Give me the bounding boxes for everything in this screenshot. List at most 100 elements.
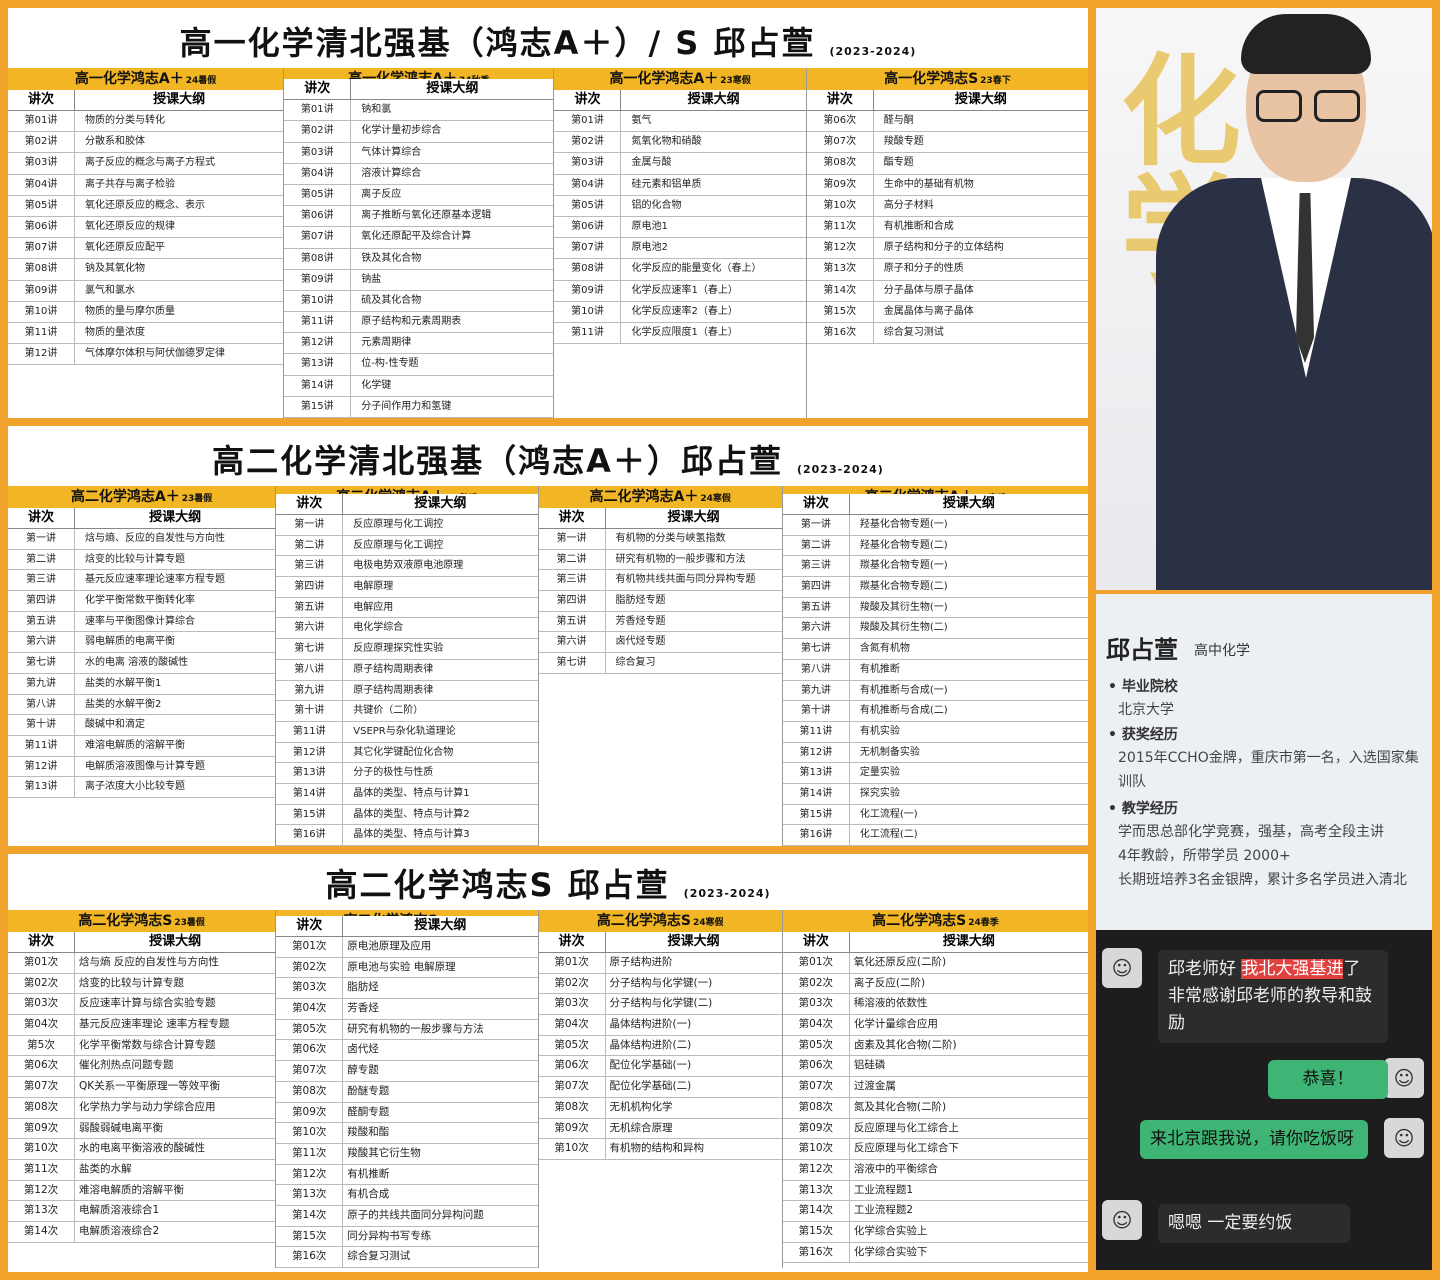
lecture-number: 第05次 (783, 1035, 850, 1056)
table-row: 第12次 难溶电解质的溶解平衡 (8, 1180, 276, 1202)
school-label: • 毕业院校 (1108, 679, 1178, 695)
lecture-topic: 醛酮专题 (347, 1105, 390, 1118)
award-label: • 获奖经历 (1108, 727, 1178, 743)
lecture-number: 第02次 (539, 973, 606, 994)
lecture-topic: 硅元素和铝单质 (631, 178, 702, 190)
lecture-number: 第10次 (276, 1123, 344, 1143)
column-term: 23春下 (980, 76, 1011, 86)
lecture-topic: 化学综合实验上 (853, 1224, 928, 1237)
lecture-topic: 离子共存与离子检验 (85, 178, 175, 190)
table-row: 第四讲 羰基化合物专题(二) (782, 577, 1088, 598)
lecture-number: 第六讲 (276, 618, 344, 639)
teach-line-1: 学而思总部化学竞赛，强基，高考全段主讲 (1118, 824, 1384, 840)
lecture-topic: 醇专题 (347, 1064, 379, 1077)
table-row: 第14次 原子的共线共面同分异构问题 (276, 1205, 538, 1227)
lecture-number: 第08次 (276, 1081, 344, 1102)
column-term: 23暑假 (174, 918, 205, 928)
lecture-topic: 弱酸弱碱电离平衡 (79, 1121, 163, 1134)
table-row: 第九讲 盐类的水解平衡1 (8, 673, 276, 695)
lecture-topic: 氧化还原反应的规律 (85, 220, 175, 232)
lecture-topic: 有机物的分类与峡氢指数 (615, 533, 726, 544)
lecture-topic: 有机合成 (347, 1188, 390, 1201)
table-header-row: 讲次 授课大纲 (276, 916, 538, 937)
lecture-topic: 羧酸及其衍生物(一) (859, 601, 948, 613)
lecture-number: 第01次 (276, 937, 344, 957)
lecture-topic: 晶体的类型、特点与计算1 (353, 787, 470, 799)
lecture-number: 第01讲 (8, 111, 75, 132)
student-avatar: ☺ (1102, 948, 1142, 988)
lecture-topic: 原电池1 (631, 220, 668, 232)
lecture-number: 第13讲 (284, 354, 352, 375)
table-row: 第05次 研究有机物的一般步骤与方法 (276, 1019, 538, 1041)
course-column: 高二化学鸿志A＋23秋季讲次 授课大纲第一讲反应原理与化工调控第二讲反应原理与化工… (276, 486, 539, 846)
lecture-topic: 化学综合实验下 (853, 1245, 928, 1258)
lecture-number: 第04次 (276, 999, 344, 1019)
lecture-number: 第14次 (8, 1221, 75, 1242)
chat-message-teacher-1: 恭喜！ (1268, 1060, 1388, 1099)
table-row: 第六讲 弱电解质的电离平衡 (8, 632, 276, 654)
table-row: 第09次 弱酸弱碱电离平衡 (8, 1118, 276, 1140)
table-row: 第六讲 羧酸及其衍生物(二) (782, 618, 1088, 640)
lecture-number: 第07讲 (8, 238, 75, 259)
lecture-topic: 氨气 (631, 115, 652, 126)
column-header: 高一化学鸿志A＋ 23寒假 (554, 68, 806, 90)
teach-label: • 教学经历 (1108, 801, 1178, 817)
lecture-topic: 反应原理与化工调控 (353, 519, 444, 530)
lecture-number: 第三讲 (8, 570, 75, 591)
lecture-number: 第04讲 (554, 174, 622, 195)
header-outline: 授课大纲 (942, 934, 995, 949)
lecture-topic: 芳香烃 (347, 1002, 379, 1015)
table-row: 第10次 反应原理与化工综合下 (782, 1139, 1088, 1160)
lecture-number: 第02讲 (554, 132, 622, 153)
table-row: 第12讲 无机制备实验 (782, 742, 1088, 764)
lecture-number: 第12次 (783, 1159, 850, 1180)
table-row: 第13讲 位-构-性专题 (284, 354, 554, 376)
glasses-right-icon (1314, 90, 1360, 122)
lecture-number: 第12讲 (8, 344, 75, 365)
lecture-topic: 同分异构书写专练 (347, 1229, 432, 1242)
header-lecture: 讲次 (554, 90, 622, 110)
lecture-number: 第六讲 (783, 618, 850, 639)
table-row: 第13讲 分子的极性与性质 (276, 763, 538, 784)
lecture-number: 第07讲 (284, 227, 352, 248)
table-row: 第02讲 分散系和胶体 (8, 132, 284, 154)
header-lecture: 讲次 (539, 508, 606, 528)
lecture-number: 第16次 (783, 1242, 850, 1263)
lecture-number: 第04讲 (284, 163, 352, 184)
table-row: 第09次 醛酮专题 (276, 1102, 538, 1124)
column-header: 高一化学鸿志A＋24秋季 (284, 68, 554, 80)
lecture-number: 第七讲 (276, 639, 344, 659)
lecture-topic: 原子结构和元素周期表 (361, 316, 462, 328)
lecture-topic: 难溶电解质的溶解平衡 (79, 1183, 184, 1196)
lecture-topic: 原子结构周期表律 (353, 663, 434, 675)
column-header: 高二化学鸿志S 23暑假 (8, 910, 276, 932)
table-row: 第13次 有机合成 (276, 1185, 538, 1206)
glasses-left-icon (1256, 90, 1302, 122)
table-row: 第07次 醇专题 (276, 1061, 538, 1082)
column-term: 23寒假 (720, 76, 751, 86)
lecture-number: 第07次 (276, 1061, 344, 1081)
lecture-number: 第十讲 (783, 701, 850, 721)
column-title: 高二化学鸿志A＋ (589, 489, 699, 505)
table-row: 第六讲 电化学综合 (276, 618, 538, 640)
table-row: 第三讲 电极电势双液原电池原理 (276, 556, 538, 578)
table-row: 第03讲 气体计算综合 (284, 142, 554, 164)
lecture-number: 第12次 (276, 1164, 344, 1185)
lecture-topic: 有机物的结构和异构 (609, 1142, 705, 1155)
lecture-number: 第11讲 (554, 322, 622, 344)
table-row: 第04次 化学计量综合应用 (782, 1015, 1088, 1036)
table-row: 第10讲 化学反应速率2（春上） (554, 301, 806, 323)
table-row: 第16次 化学综合实验下 (782, 1242, 1088, 1264)
table-row: 第03次 分子结构与化学键(二) (538, 994, 782, 1016)
table-row: 第四讲 化学平衡常数平衡转化率 (8, 591, 276, 612)
table-row: 第15次 化学综合实验上 (782, 1221, 1088, 1243)
column-header: 高二化学鸿志A＋24春季 (782, 486, 1088, 494)
lecture-number: 第07次 (8, 1077, 75, 1097)
lecture-topic: 电解原理 (353, 581, 394, 593)
lecture-topic: 钠盐 (361, 273, 382, 285)
lecture-number: 第06次 (8, 1056, 75, 1077)
table-row: 第15讲 分子间作用力和氢键 (284, 396, 554, 418)
lecture-number: 第13次 (276, 1185, 344, 1205)
lecture-number: 第01次 (8, 953, 75, 973)
lecture-number: 第11次 (8, 1159, 75, 1180)
